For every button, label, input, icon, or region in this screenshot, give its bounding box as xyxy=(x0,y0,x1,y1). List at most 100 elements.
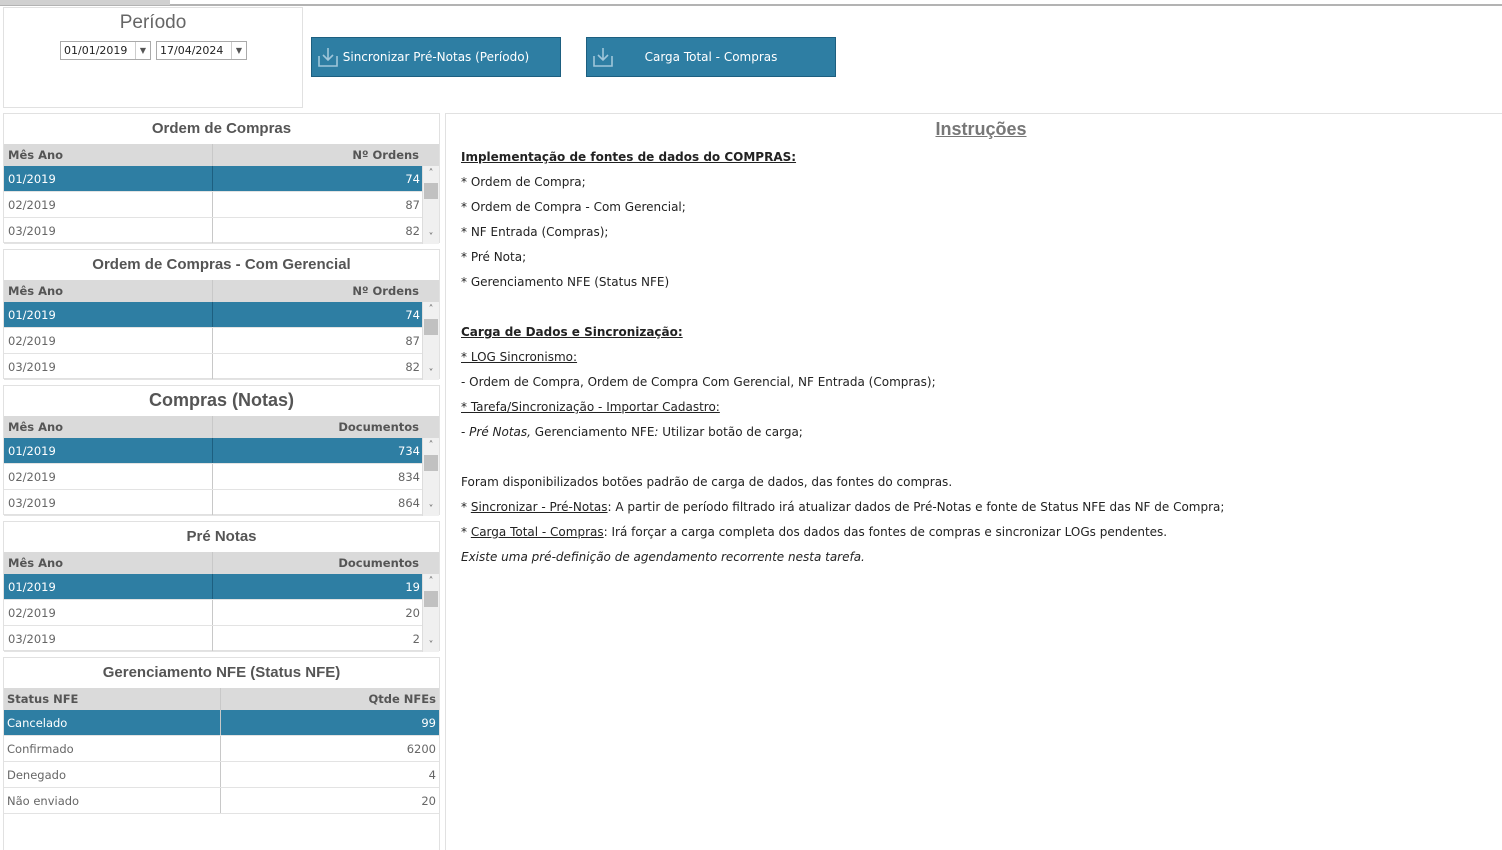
schedule-note: Existe uma pré-definição de agendamento … xyxy=(461,550,865,564)
end-date-value: 17/04/2024 xyxy=(160,44,224,57)
cell-value: 99 xyxy=(421,715,436,730)
start-date-picker[interactable]: 01/01/2019 ▼ xyxy=(60,41,151,60)
scroll-thumb[interactable] xyxy=(424,183,438,199)
period-title: Período xyxy=(119,12,187,33)
cell-value: 20 xyxy=(421,793,436,808)
cell-value: 734 xyxy=(398,443,420,458)
load-heading: Carga de Dados e Sincronização: xyxy=(461,325,683,339)
scrollbar[interactable]: ˄ ˅ xyxy=(422,302,439,380)
panel-title: Compras (Notas) xyxy=(148,390,295,410)
source-item: * Pré Nota; xyxy=(461,250,527,264)
cell-month: 03/2019 xyxy=(4,490,213,515)
task-text: - Pré Notas, Gerenciamento NFE: Utilizar… xyxy=(461,425,803,439)
table-row[interactable]: 01/2019 74 xyxy=(4,166,439,192)
cell-value: 834 xyxy=(398,469,420,484)
text-span: * xyxy=(461,525,471,539)
source-item: * Ordem de Compra; xyxy=(461,175,586,189)
cell-month: 03/2019 xyxy=(4,626,213,651)
cell-month: 02/2019 xyxy=(4,328,213,353)
cell-value: 864 xyxy=(398,495,420,510)
column-header[interactable]: Nº Ordens xyxy=(213,280,423,302)
text-span: : Irá forçar a carga completa dos dados … xyxy=(603,525,1168,539)
column-header[interactable]: Qtde NFEs xyxy=(221,688,439,710)
panel-title: Pré Notas xyxy=(186,528,257,545)
cell-month: 01/2019 xyxy=(4,574,213,599)
table-row[interactable]: 01/2019 734 xyxy=(4,438,439,464)
column-header[interactable]: Documentos xyxy=(213,416,423,438)
chevron-up-icon[interactable]: ˄ xyxy=(423,574,439,588)
scrollbar[interactable]: ˄ ˅ xyxy=(422,574,439,652)
source-item: * NF Entrada (Compras); xyxy=(461,225,609,239)
start-date-value: 01/01/2019 xyxy=(64,44,128,57)
panel-title: Gerenciamento NFE (Status NFE) xyxy=(102,664,341,681)
column-header[interactable]: Nº Ordens xyxy=(213,144,423,166)
scrollbar[interactable]: ˄ ˅ xyxy=(422,438,439,516)
scroll-thumb[interactable] xyxy=(424,591,438,607)
cell-status: Denegado xyxy=(4,762,221,787)
cell-value: 74 xyxy=(405,171,420,186)
table-row[interactable]: 03/2019 2 xyxy=(4,626,439,652)
task-heading: * Tarefa/Sincronização - Importar Cadast… xyxy=(461,400,720,414)
chevron-down-icon[interactable]: ˅ xyxy=(423,366,439,380)
compras-notas-panel: Compras (Notas) Mês Ano Documentos 01/20… xyxy=(3,385,440,516)
table-row[interactable]: 01/2019 74 xyxy=(4,302,439,328)
column-header[interactable]: Mês Ano xyxy=(4,280,213,302)
column-header[interactable]: Mês Ano xyxy=(4,144,213,166)
pre-notas-panel: Pré Notas Mês Ano Documentos 01/2019 19 0… xyxy=(3,521,440,652)
table-header: Mês Ano Nº Ordens xyxy=(4,280,439,302)
availability-text: Foram disponibilizados botões padrão de … xyxy=(461,475,953,489)
text-span: Utilizar botão de carga; xyxy=(658,425,803,439)
table-row[interactable]: 02/2019 20 xyxy=(4,600,439,626)
table-header: Status NFE Qtde NFEs xyxy=(4,688,439,710)
full-load-button[interactable]: Carga Total - Compras xyxy=(586,37,836,77)
chevron-down-icon[interactable]: ▼ xyxy=(135,42,150,59)
cell-month: 02/2019 xyxy=(4,192,213,217)
end-date-picker[interactable]: 17/04/2024 ▼ xyxy=(156,41,247,60)
scroll-thumb[interactable] xyxy=(424,455,438,471)
load-button-label: Carga Total - Compras xyxy=(644,50,778,64)
cell-month: 03/2019 xyxy=(4,354,213,379)
table-row[interactable]: 03/2019 82 xyxy=(4,218,439,244)
chevron-down-icon[interactable]: ˅ xyxy=(423,230,439,244)
chevron-up-icon[interactable]: ˄ xyxy=(423,302,439,316)
text-span: Pré Notas, xyxy=(469,425,531,439)
load-description: * Carga Total - Compras: Irá forçar a ca… xyxy=(461,525,1167,539)
column-header[interactable]: Status NFE xyxy=(4,688,221,710)
column-header[interactable]: Mês Ano xyxy=(4,552,213,574)
period-panel: Período 01/01/2019 ▼ 17/04/2024 ▼ xyxy=(3,7,303,108)
cell-value: 74 xyxy=(405,307,420,322)
sources-heading: Implementação de fontes de dados do COMP… xyxy=(461,150,797,164)
cell-value: 87 xyxy=(405,197,420,212)
panel-title: Ordem de Compras - Com Gerencial xyxy=(92,256,351,273)
instructions-panel: Instruções Implementação de fontes de da… xyxy=(445,113,1502,850)
column-header[interactable]: Documentos xyxy=(213,552,423,574)
table-row[interactable]: Cancelado 99 xyxy=(4,710,439,736)
cell-value: 82 xyxy=(405,223,420,238)
chevron-down-icon[interactable]: ˅ xyxy=(423,638,439,652)
scroll-thumb[interactable] xyxy=(424,319,438,335)
table-row[interactable]: Denegado 4 xyxy=(4,762,439,788)
text-span: Gerenciamento NFE xyxy=(530,425,655,439)
table-row[interactable]: 02/2019 834 xyxy=(4,464,439,490)
cell-value: 19 xyxy=(405,579,420,594)
table-header: Mês Ano Documentos xyxy=(4,416,439,438)
active-tab-marker xyxy=(0,0,170,5)
table-row[interactable]: 01/2019 19 xyxy=(4,574,439,600)
chevron-down-icon[interactable]: ▼ xyxy=(231,42,246,59)
sync-pre-notas-button[interactable]: Sincronizar Pré-Notas (Período) xyxy=(311,37,561,77)
chevron-up-icon[interactable]: ˄ xyxy=(423,438,439,452)
table-row[interactable]: 03/2019 864 xyxy=(4,490,439,516)
table-row[interactable]: Não enviado 20 xyxy=(4,788,439,814)
ordem-gerencial-panel: Ordem de Compras - Com Gerencial Mês Ano… xyxy=(3,249,440,380)
sync-description: * Sincronizar - Pré-Notas: A partir de p… xyxy=(461,500,1224,514)
table-row[interactable]: 02/2019 87 xyxy=(4,328,439,354)
table-row[interactable]: Confirmado 6200 xyxy=(4,736,439,762)
scrollbar[interactable]: ˄ ˅ xyxy=(422,166,439,244)
table-row[interactable]: 03/2019 82 xyxy=(4,354,439,380)
table-row[interactable]: 02/2019 87 xyxy=(4,192,439,218)
chevron-up-icon[interactable]: ˄ xyxy=(423,166,439,180)
column-header[interactable]: Mês Ano xyxy=(4,416,213,438)
chevron-down-icon[interactable]: ˅ xyxy=(423,502,439,516)
cell-status: Cancelado xyxy=(4,710,221,735)
cell-value: 87 xyxy=(405,333,420,348)
